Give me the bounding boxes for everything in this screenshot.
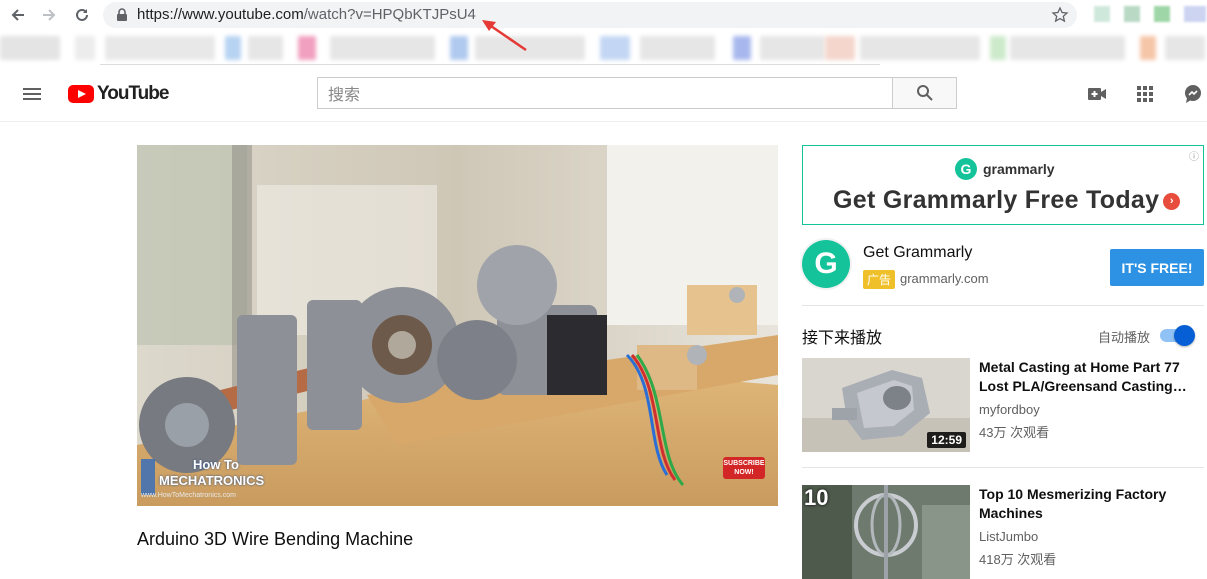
channel-watermark: How To MECHATRONICS www.HowToMechatronic… <box>141 457 265 503</box>
youtube-logo[interactable]: YouTube <box>68 83 169 105</box>
grammarly-logo-icon: G <box>955 158 977 180</box>
view-count: 43万 次观看 <box>979 425 1050 440</box>
messages-icon[interactable] <box>1181 82 1205 106</box>
back-icon[interactable] <box>7 4 29 26</box>
url-text: https://www.youtube.com/watch?v=HPQbKTJP… <box>137 6 476 23</box>
apps-grid-icon[interactable] <box>1133 82 1157 106</box>
ad-brand: G grammarly <box>955 158 1055 180</box>
youtube-logo-text: YouTube <box>97 83 169 104</box>
search-icon <box>916 85 933 101</box>
forward-icon[interactable] <box>38 4 60 26</box>
url-path: /watch?v=HPQbKTJPsU4 <box>303 6 476 23</box>
video-thumbnail[interactable]: 12:59 <box>802 358 970 452</box>
search-input[interactable]: 搜索 <box>317 77 893 109</box>
autoplay-label: 自动播放 <box>1098 330 1151 345</box>
browser-toolbar: https://www.youtube.com/watch?v=HPQbKTJP… <box>0 0 1207 30</box>
ad-headline: Get Grammarly Free Today › <box>833 186 1181 215</box>
autoplay-toggle[interactable] <box>1160 325 1196 346</box>
subscribe-badge[interactable]: SUBSCRIBE NOW! <box>723 457 765 479</box>
recommendation-item[interactable]: 12:59 Metal Casting at Home Part 77 Lost… <box>802 358 1204 452</box>
ad-brand-name: grammarly <box>983 161 1055 177</box>
address-bar[interactable]: https://www.youtube.com/watch?v=HPQbKTJP… <box>103 2 1077 28</box>
video-frame <box>137 145 778 506</box>
hamburger-menu-icon[interactable] <box>20 82 44 106</box>
channel-name[interactable]: ListJumbo <box>979 529 1038 544</box>
its-free-button[interactable]: IT'S FREE! <box>1110 249 1204 286</box>
video-duration: 12:59 <box>927 432 966 448</box>
promoted-ad[interactable]: G Get Grammarly 广告 grammarly.com IT'S FR… <box>802 240 1204 296</box>
ad-info-icon[interactable]: ⓘ <box>1189 148 1199 163</box>
recommendation-title[interactable]: Top 10 Mesmerizing Factory Machines <box>979 485 1194 523</box>
bookmark-star-icon[interactable] <box>1051 6 1069 24</box>
video-player[interactable]: How To MECHATRONICS www.HowToMechatronic… <box>137 145 778 506</box>
thumbnail-rank-badge: 10 <box>804 485 829 510</box>
up-next-label: 接下来播放 <box>802 330 883 347</box>
reload-icon[interactable] <box>71 4 93 26</box>
watermark-logo-icon <box>141 459 155 495</box>
search-placeholder: 搜索 <box>328 87 361 104</box>
watermark-url: www.HowToMechatronics.com <box>141 492 236 499</box>
subscribe-badge-text: SUBSCRIBE NOW! <box>723 460 765 476</box>
toggle-knob <box>1174 325 1195 346</box>
ad-badge: 广告 <box>863 270 896 289</box>
promo-domain: grammarly.com <box>900 271 989 286</box>
search-button[interactable] <box>892 77 957 109</box>
grammarly-avatar-icon: G <box>802 240 850 288</box>
divider <box>802 305 1204 306</box>
divider <box>802 467 1204 468</box>
bookmarks-bar <box>0 30 1207 66</box>
video-thumbnail[interactable]: 10 <box>802 485 970 579</box>
lock-icon <box>117 8 127 21</box>
ad-headline-text: Get Grammarly Free Today <box>833 186 1160 214</box>
watermark-line-2: MECHATRONICS <box>159 473 265 488</box>
upload-video-icon[interactable] <box>1085 82 1109 106</box>
url-host: https://www.youtube.com <box>137 6 304 23</box>
youtube-play-icon <box>68 85 94 103</box>
promo-name[interactable]: Get Grammarly <box>863 244 972 262</box>
channel-name[interactable]: myfordboy <box>979 402 1040 417</box>
chevron-right-icon: › <box>1163 192 1181 210</box>
ad-banner[interactable]: ⓘ G grammarly Get Grammarly Free Today › <box>802 145 1204 225</box>
watermark-line-1: How To <box>193 457 239 472</box>
view-count: 418万 次观看 <box>979 552 1057 567</box>
extensions-area <box>1094 4 1207 26</box>
youtube-header: YouTube 搜索 <box>0 66 1207 122</box>
video-title: Arduino 3D Wire Bending Machine <box>137 529 414 549</box>
recommendation-title[interactable]: Metal Casting at Home Part 77 Lost PLA/G… <box>979 358 1194 396</box>
recommendation-item[interactable]: 10 Top 10 Mesmerizing Factory Machines L… <box>802 485 1204 579</box>
